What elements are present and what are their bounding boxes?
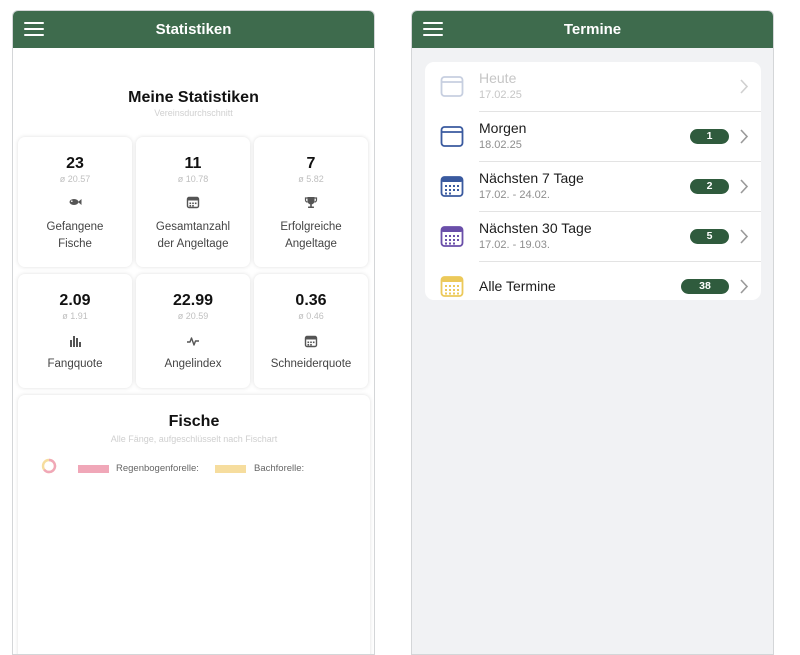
chevron-right-icon — [740, 279, 749, 294]
stat-average: ø 20.59 — [177, 311, 209, 321]
chevron-right-icon — [740, 129, 749, 144]
count-badge: 38 — [681, 279, 729, 294]
donut-chart — [41, 458, 57, 474]
stat-card-catch-rate: 2.09 ø 1.91 Fangquote — [18, 274, 132, 388]
row-title: Nächsten 30 Tage — [479, 220, 592, 236]
list-item-next-7-days[interactable]: Nächsten 7 Tage 17.02. - 24.02. 2 — [425, 162, 761, 212]
appointments-screen: Termine Heute 17.02.25 Morgen 18.02.25 1 — [411, 10, 774, 655]
legend-swatch-rainbow-trout — [78, 465, 109, 473]
stat-average: ø 5.82 — [298, 174, 324, 184]
calendar-icon — [304, 335, 318, 348]
stat-label: Fangquote — [47, 358, 103, 370]
page-subtitle: Vereinsdurchschnitt — [154, 108, 233, 118]
stat-card-fishing-index: 22.99 ø 20.59 Angelindex — [136, 274, 250, 388]
legend-label-rainbow-trout: Regenbogenforelle: — [116, 463, 199, 474]
stat-value: 23 — [66, 155, 84, 172]
calendar-all-icon — [440, 276, 464, 297]
stat-label: Gefangene Fische — [46, 221, 104, 250]
row-date: 17.02.25 — [479, 89, 522, 101]
legend-label-brown-trout: Bachforelle: — [254, 463, 305, 474]
chevron-right-icon — [740, 179, 749, 194]
app-bar: Statistiken — [13, 11, 374, 48]
page-title: Meine Statistiken — [128, 89, 259, 106]
stat-card-caught-fish: 23 ø 20.57 Gefangene Fische — [18, 137, 132, 267]
list-item-today[interactable]: Heute 17.02.25 — [425, 62, 761, 112]
section-title: Fische — [168, 413, 220, 430]
stat-card-successful-days: 7 ø 5.82 Erfolgreiche Angeltage — [254, 137, 368, 267]
row-title: Heute — [479, 70, 517, 86]
fish-breakdown-card: Fische Alle Fänge, aufgeschlüsselt nach … — [18, 395, 370, 654]
bar-chart-icon — [70, 336, 81, 347]
stat-label: Angelindex — [164, 358, 222, 370]
stat-value: 11 — [184, 155, 202, 172]
app-bar-title: Termine — [563, 21, 622, 38]
stat-label: Erfolgreiche Angeltage — [280, 221, 342, 250]
row-title: Nächsten 7 Tage — [479, 170, 584, 186]
calendar-month-icon — [440, 226, 464, 247]
statistics-screen: Statistiken Meine Statistiken Vereinsdur… — [12, 10, 375, 655]
stat-card-skunk-rate: 0.36 ø 0.46 Schneiderquote — [254, 274, 368, 388]
stat-card-fishing-days: 11 ø 10.78 Gesamtanzahl der Angeltage — [136, 137, 250, 267]
stat-value: 22.99 — [172, 292, 214, 309]
row-date: 17.02. - 19.03. — [479, 239, 550, 251]
appointments-list: Heute 17.02.25 Morgen 18.02.25 1 Nächste… — [425, 62, 761, 300]
section-subtitle: Alle Fänge, aufgeschlüsselt nach Fischar… — [110, 434, 278, 444]
fish-icon — [69, 199, 82, 205]
stat-value: 0.36 — [295, 292, 327, 309]
stat-value: 2.09 — [59, 292, 91, 309]
count-badge: 2 — [690, 179, 729, 194]
legend-swatch-brown-trout — [215, 465, 246, 473]
statistics-content: Meine Statistiken Vereinsdurchschnitt 23… — [13, 48, 374, 654]
stat-value: 7 — [306, 155, 316, 172]
chevron-right-icon — [740, 229, 749, 244]
row-date: 18.02.25 — [479, 139, 522, 151]
trophy-icon — [304, 197, 318, 208]
stat-average: ø 10.78 — [177, 174, 209, 184]
stat-label: Gesamtanzahl der Angeltage — [155, 221, 231, 250]
app-bar: Termine — [412, 11, 773, 48]
list-item-all-appointments[interactable]: Alle Termine 38 — [425, 262, 761, 312]
row-title: Alle Termine — [479, 278, 556, 294]
pulse-icon — [187, 337, 199, 346]
calendar-week-icon — [440, 176, 464, 197]
calendar-icon — [440, 76, 464, 97]
row-title: Morgen — [479, 120, 527, 136]
list-item-next-30-days[interactable]: Nächsten 30 Tage 17.02. - 19.03. 5 — [425, 212, 761, 262]
calendar-icon — [186, 196, 200, 209]
row-date: 17.02. - 24.02. — [479, 189, 550, 201]
stat-label: Schneiderquote — [270, 358, 352, 370]
stat-average: ø 1.91 — [62, 311, 88, 321]
app-bar-title: Statistiken — [155, 21, 232, 38]
chevron-right-icon — [740, 79, 749, 94]
list-item-tomorrow[interactable]: Morgen 18.02.25 1 — [425, 112, 761, 162]
stat-average: ø 0.46 — [298, 311, 324, 321]
stat-average: ø 20.57 — [59, 174, 91, 184]
calendar-icon — [440, 126, 464, 147]
count-badge: 5 — [690, 229, 729, 244]
count-badge: 1 — [690, 129, 729, 144]
